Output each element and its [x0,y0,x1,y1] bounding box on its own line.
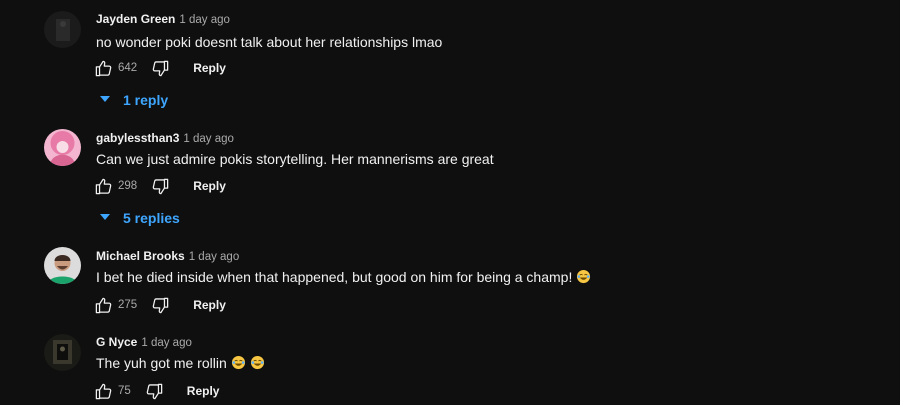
reply-button[interactable]: Reply [187,384,220,398]
thumbs-down-icon[interactable] [151,59,170,78]
comment-author[interactable]: Michael Brooks [96,249,185,263]
comment-author[interactable]: G Nyce [96,335,137,349]
view-replies-button[interactable]: 1 reply [100,92,168,108]
reply-button[interactable]: Reply [193,61,226,75]
view-replies-button[interactable]: 5 replies [100,210,180,226]
comment-author[interactable]: Jayden Green [96,12,175,26]
comment-timestamp[interactable]: 1 day ago [141,337,192,349]
replies-count-label[interactable]: 5 replies [123,210,180,226]
thumbs-up-icon[interactable] [94,382,113,401]
comment-text: Can we just admire pokis storytelling. H… [96,151,494,167]
comment-text-content: I bet he died inside when that happened,… [96,269,573,285]
comment-timestamp[interactable]: 1 day ago [183,133,234,145]
thumbs-down-icon[interactable] [145,382,164,401]
laughing-tears-emoji [250,355,265,373]
comment-text: no wonder poki doesnt talk about her rel… [96,34,443,50]
comment-timestamp[interactable]: 1 day ago [179,14,230,26]
like-count: 642 [118,62,138,74]
like-count: 75 [118,385,131,397]
thumbs-up-icon[interactable] [94,177,113,196]
thumbs-down-icon[interactable] [151,296,170,315]
thumbs-up-icon[interactable] [94,296,113,315]
comment-timestamp[interactable]: 1 day ago [189,251,240,263]
reply-button[interactable]: Reply [193,179,226,193]
thumbs-up-icon[interactable] [94,59,113,78]
avatar[interactable] [44,247,81,284]
caret-down-icon [100,96,110,104]
like-count: 275 [118,299,138,311]
comment-text: I bet he died inside when that happened,… [96,269,591,287]
thumbs-down-icon[interactable] [151,177,170,196]
comment-author[interactable]: gabylessthan3 [96,131,179,145]
reply-button[interactable]: Reply [193,298,226,312]
avatar[interactable] [44,129,81,166]
avatar[interactable] [44,334,81,371]
comment-text: The yuh got me rollin [96,355,265,373]
avatar[interactable] [44,11,81,48]
replies-count-label[interactable]: 1 reply [123,92,168,108]
laughing-tears-emoji [576,269,591,287]
laughing-tears-emoji [231,355,246,373]
caret-down-icon [100,214,110,222]
comment-text-content: The yuh got me rollin [96,355,227,371]
like-count: 298 [118,180,138,192]
